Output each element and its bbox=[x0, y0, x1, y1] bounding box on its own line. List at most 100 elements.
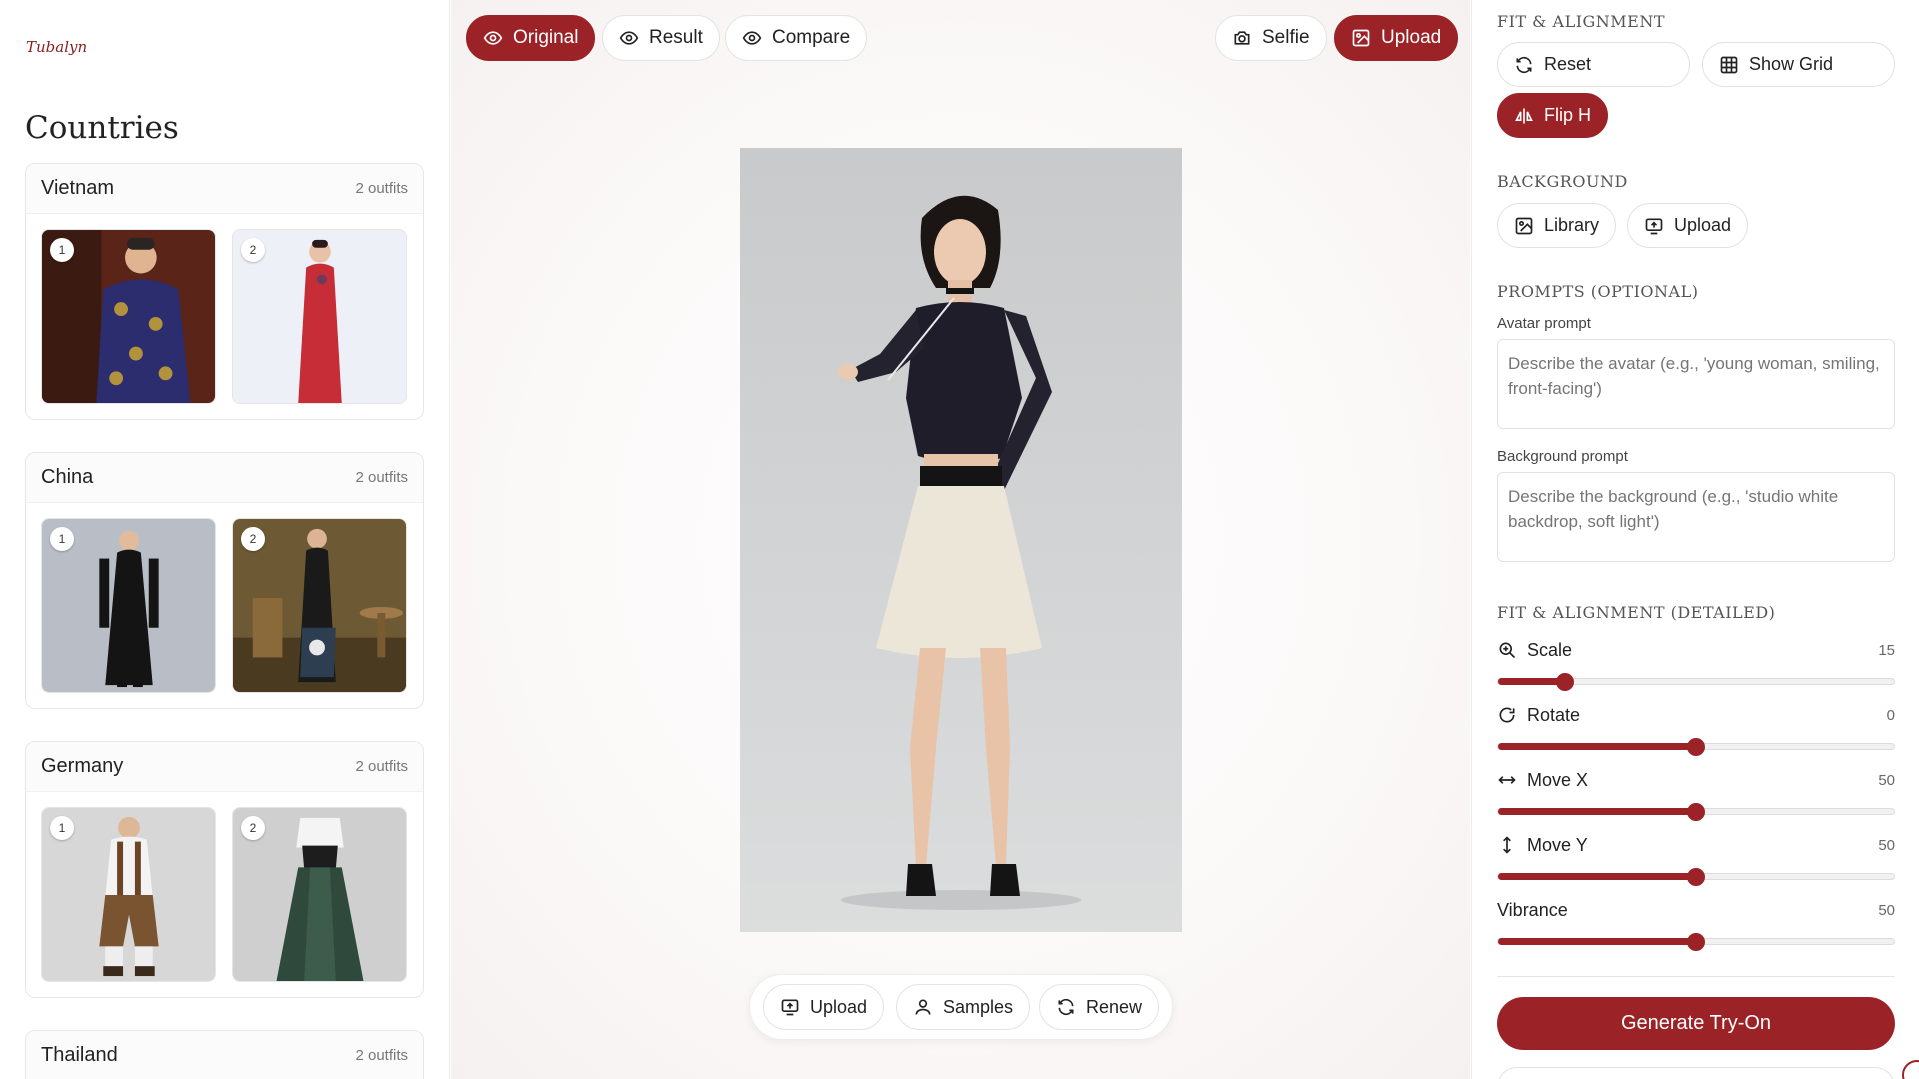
upload-avatar-label: Upload bbox=[810, 996, 868, 1017]
upload-image-button[interactable]: Upload bbox=[1334, 15, 1459, 61]
background-upload-button[interactable]: Upload bbox=[1627, 203, 1749, 248]
slider-fill bbox=[1498, 743, 1696, 750]
outfit-count: 2 outfits bbox=[355, 469, 408, 486]
fit-alignment-title: FIT & ALIGNMENT bbox=[1497, 12, 1666, 31]
eye-icon bbox=[742, 28, 762, 48]
slider-label: Rotate bbox=[1497, 705, 1580, 726]
selfie-label: Selfie bbox=[1262, 27, 1310, 48]
renew-label: Renew bbox=[1086, 996, 1143, 1017]
user-icon bbox=[913, 997, 933, 1017]
slider-track[interactable] bbox=[1497, 933, 1895, 951]
slider-rotate: Rotate 0 bbox=[1497, 703, 1895, 756]
refresh-icon bbox=[1516, 56, 1532, 73]
outfit-thumbnail[interactable]: 1 bbox=[41, 807, 216, 982]
grid-icon bbox=[1720, 56, 1738, 73]
slider-handle[interactable] bbox=[1687, 738, 1705, 756]
slider-value: 15 bbox=[1878, 641, 1895, 659]
eye-icon bbox=[483, 28, 503, 48]
model-preview-image[interactable] bbox=[740, 148, 1182, 932]
renew-button[interactable]: Renew bbox=[1039, 984, 1160, 1030]
slider-name: Rotate bbox=[1527, 704, 1581, 725]
outfit-thumbnail[interactable]: 1 bbox=[41, 229, 216, 404]
background-prompt-label: Background prompt bbox=[1497, 448, 1628, 465]
avatar-prompt-input[interactable] bbox=[1497, 339, 1895, 429]
country-header[interactable]: Thailand 2 outfits bbox=[26, 1031, 423, 1079]
slider-handle[interactable] bbox=[1687, 868, 1705, 886]
slider-fill bbox=[1498, 938, 1696, 945]
show-grid-button[interactable]: Show Grid bbox=[1702, 42, 1895, 87]
country-name: Vietnam bbox=[41, 177, 115, 199]
slider-name: Move X bbox=[1527, 769, 1589, 790]
secondary-action-button[interactable] bbox=[1497, 1067, 1895, 1079]
slider-move-x: Move X 50 bbox=[1497, 768, 1895, 821]
slider-scale: Scale 15 bbox=[1497, 638, 1895, 691]
flip-horizontal-icon bbox=[1515, 108, 1533, 123]
outfit-thumbnail[interactable]: 2 bbox=[232, 229, 407, 404]
eye-icon bbox=[619, 28, 639, 48]
samples-label: Samples bbox=[943, 996, 1014, 1017]
preview-area: Original Result Compare Selfie Upload Up… bbox=[451, 0, 1470, 1079]
view-compare-button[interactable]: Compare bbox=[725, 15, 868, 61]
slider-label: Move X bbox=[1497, 770, 1588, 791]
divider bbox=[1497, 976, 1895, 977]
avatar-photo bbox=[838, 195, 1081, 910]
slider-value: 50 bbox=[1878, 771, 1895, 789]
flip-horizontal-button[interactable]: Flip H bbox=[1497, 93, 1609, 138]
view-result-label: Result bbox=[649, 27, 703, 48]
rotate-icon bbox=[1497, 705, 1517, 725]
generate-try-on-button[interactable]: Generate Try-On bbox=[1497, 997, 1895, 1050]
slider-value: 50 bbox=[1878, 901, 1895, 919]
camera-icon bbox=[1232, 28, 1252, 48]
slider-track[interactable] bbox=[1497, 868, 1895, 886]
slider-handle[interactable] bbox=[1556, 673, 1575, 691]
slider-track[interactable] bbox=[1497, 738, 1895, 756]
outfit-number-badge: 1 bbox=[50, 816, 74, 840]
image-upload-icon bbox=[1351, 28, 1371, 48]
selfie-button[interactable]: Selfie bbox=[1215, 15, 1327, 61]
image-icon bbox=[1515, 217, 1533, 234]
upload-icon bbox=[1645, 218, 1663, 234]
background-library-button[interactable]: Library bbox=[1497, 203, 1617, 248]
slider-name: Vibrance bbox=[1497, 899, 1568, 920]
country-card-china: China 2 outfits 1 2 bbox=[25, 452, 424, 709]
outfit-thumbnail[interactable]: 2 bbox=[232, 518, 407, 693]
country-header[interactable]: China 2 outfits bbox=[26, 453, 423, 503]
slider-fill bbox=[1498, 808, 1696, 815]
country-name: Thailand bbox=[41, 1044, 118, 1066]
slider-fill bbox=[1498, 678, 1566, 685]
outfit-number-badge: 1 bbox=[50, 527, 74, 551]
detailed-alignment-title: FIT & ALIGNMENT (DETAILED) bbox=[1497, 603, 1776, 622]
view-original-button[interactable]: Original bbox=[466, 15, 596, 61]
help-fab[interactable] bbox=[1902, 1060, 1919, 1079]
brand-logo[interactable]: Tubalyn bbox=[26, 38, 87, 56]
show-grid-label: Show Grid bbox=[1749, 54, 1834, 74]
outfit-number-badge: 1 bbox=[50, 238, 74, 262]
samples-button[interactable]: Samples bbox=[896, 984, 1031, 1030]
country-header[interactable]: Vietnam 2 outfits bbox=[26, 164, 423, 214]
prompts-title: PROMPTS (OPTIONAL) bbox=[1497, 282, 1699, 301]
country-card-germany: Germany 2 outfits 1 2 bbox=[25, 741, 424, 998]
slider-track[interactable] bbox=[1497, 803, 1895, 821]
slider-name: Scale bbox=[1527, 639, 1573, 660]
background-upload-label: Upload bbox=[1674, 215, 1732, 235]
slider-handle[interactable] bbox=[1687, 933, 1705, 951]
upload-image-label: Upload bbox=[1381, 27, 1442, 48]
sidebar-title: Countries bbox=[25, 110, 179, 146]
slider-track[interactable] bbox=[1497, 673, 1895, 691]
avatar-prompt-label: Avatar prompt bbox=[1497, 315, 1591, 332]
outfit-number-badge: 2 bbox=[241, 238, 265, 262]
image-actions-bar: Upload Samples Renew bbox=[749, 974, 1173, 1040]
country-header[interactable]: Germany 2 outfits bbox=[26, 742, 423, 792]
background-prompt-input[interactable] bbox=[1497, 472, 1895, 562]
outfit-thumbnail[interactable]: 1 bbox=[41, 518, 216, 693]
view-compare-label: Compare bbox=[772, 27, 851, 48]
view-result-button[interactable]: Result bbox=[602, 15, 720, 61]
slider-handle[interactable] bbox=[1687, 803, 1705, 821]
slider-value: 50 bbox=[1878, 836, 1895, 854]
upload-avatar-button[interactable]: Upload bbox=[763, 984, 885, 1030]
reset-button[interactable]: Reset bbox=[1497, 42, 1690, 87]
outfit-thumbnail[interactable]: 2 bbox=[232, 807, 407, 982]
slider-label: Scale bbox=[1497, 640, 1572, 661]
flip-horizontal-label: Flip H bbox=[1544, 105, 1592, 125]
arrows-horizontal-icon bbox=[1497, 770, 1517, 790]
